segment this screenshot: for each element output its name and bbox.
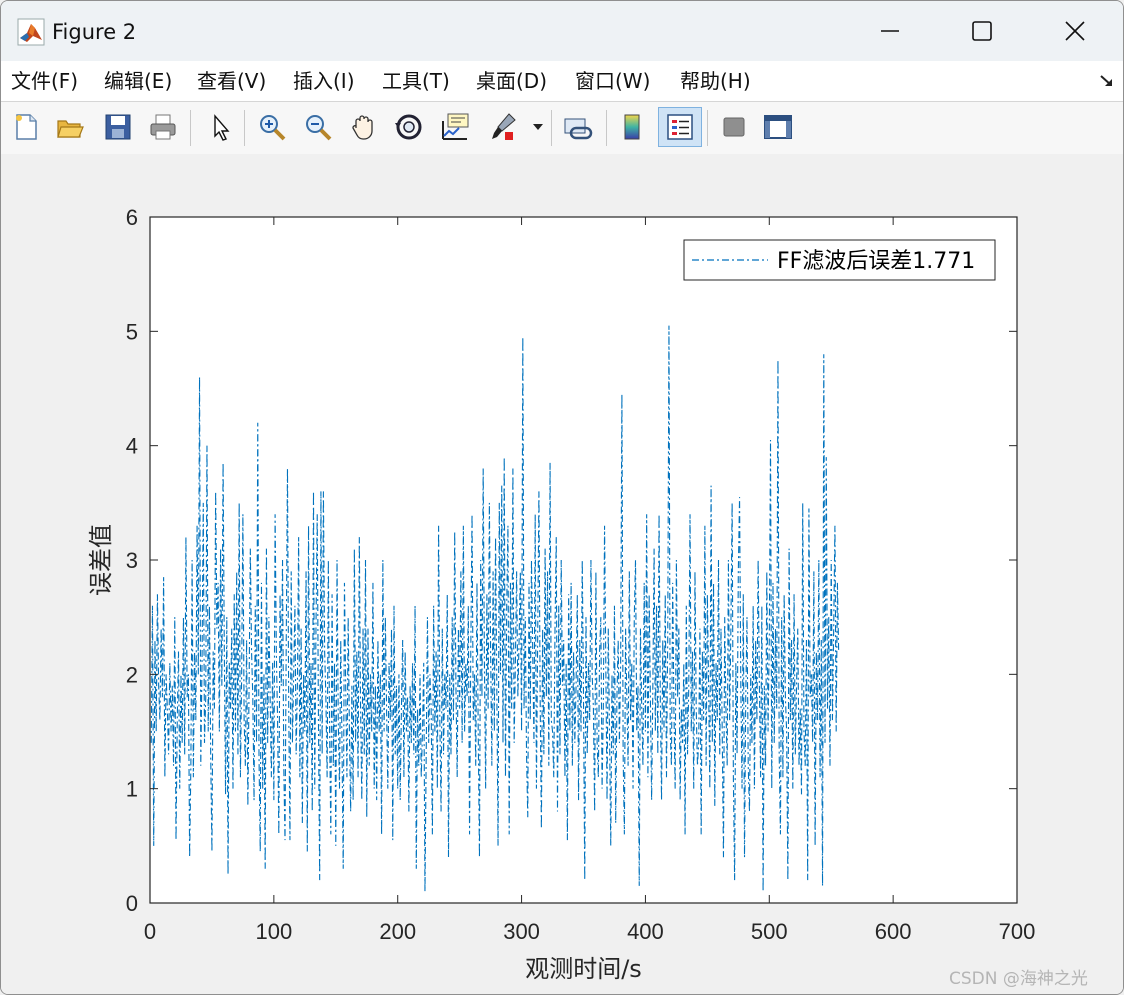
pan-icon[interactable] [347, 110, 381, 144]
hide-plot-tools-icon[interactable] [717, 110, 751, 144]
brush-icon[interactable] [486, 110, 520, 144]
x-tick-label: 200 [379, 919, 416, 944]
x-axis-label: 观测时间/s [525, 955, 642, 983]
x-tick-label: 100 [255, 919, 292, 944]
x-tick-label: 0 [144, 919, 156, 944]
maximize-button[interactable] [959, 13, 1005, 49]
toolbar-separator [551, 110, 552, 146]
brush-dropdown-icon[interactable] [529, 110, 547, 144]
figure-toolbar [1, 101, 1123, 155]
axes-background [150, 217, 1017, 903]
zoom-in-icon[interactable] [255, 110, 289, 144]
figure-canvas: 0 100 200 300 400 500 600 700 0 1 2 3 4 5 6 观测时间/s 误差值… [1, 154, 1123, 994]
toolbar-separator [190, 110, 191, 146]
colorbar-icon[interactable] [615, 110, 649, 144]
x-tick-label: 500 [751, 919, 788, 944]
menu-insert[interactable]: 插入(I) [293, 67, 355, 95]
watermark-text: CSDN @海神之光 [949, 969, 1088, 989]
title-bar: Figure 2 [1, 1, 1123, 61]
x-tick-label: 300 [503, 919, 540, 944]
y-tick-label: 0 [126, 891, 138, 916]
x-tick-label: 700 [999, 919, 1036, 944]
x-tick-label: 400 [627, 919, 664, 944]
legend-label: FF滤波后误差1.771 [777, 249, 975, 274]
close-button[interactable] [1052, 13, 1098, 49]
rotate-3d-icon[interactable] [392, 110, 426, 144]
legend-icon[interactable] [658, 107, 702, 147]
minimize-icon [881, 30, 899, 32]
y-tick-label: 5 [126, 319, 138, 344]
menu-file[interactable]: 文件(F) [11, 67, 78, 95]
toolbar-separator [244, 110, 245, 146]
y-tick-label: 2 [126, 662, 138, 687]
y-tick-label: 4 [126, 434, 138, 459]
menu-view[interactable]: 查看(V) [197, 67, 266, 95]
menu-tools[interactable]: 工具(T) [382, 67, 450, 95]
menu-edit[interactable]: 编辑(E) [104, 67, 172, 95]
toolbar-separator [707, 110, 708, 146]
link-plot-icon[interactable] [561, 110, 595, 144]
data-cursor-icon[interactable] [438, 110, 472, 144]
y-tick-label: 6 [126, 205, 138, 230]
y-tick-label: 3 [126, 548, 138, 573]
save-icon[interactable] [101, 110, 135, 144]
axes-plot[interactable]: 0 100 200 300 400 500 600 700 0 1 2 3 4 5 6 观测时间/s 误差值… [1, 154, 1123, 994]
show-plot-tools-icon[interactable] [761, 110, 795, 144]
toolbar-separator [606, 110, 607, 146]
x-tick-label: 600 [875, 919, 912, 944]
matlab-icon [17, 18, 45, 46]
y-tick-label: 1 [126, 777, 138, 802]
y-axis-label: 误差值 [87, 524, 115, 596]
edit-plot-icon[interactable] [203, 110, 237, 144]
legend-box[interactable]: FF滤波后误差1.771 [683, 239, 996, 281]
menu-desktop[interactable]: 桌面(D) [476, 67, 547, 95]
new-figure-icon[interactable] [9, 110, 43, 144]
zoom-out-icon[interactable] [301, 110, 335, 144]
dock-arrow-icon[interactable] [1097, 71, 1117, 91]
print-icon[interactable] [146, 110, 180, 144]
open-icon[interactable] [53, 110, 87, 144]
window-title: Figure 2 [52, 20, 137, 44]
close-icon [1065, 21, 1085, 41]
figure-window: Figure 2 文件(F) 编辑(E) 查看(V) 插入(I) 工具(T) 桌… [0, 0, 1124, 995]
menu-bar: 文件(F) 编辑(E) 查看(V) 插入(I) 工具(T) 桌面(D) 窗口(W… [1, 61, 1123, 101]
menu-window[interactable]: 窗口(W) [575, 67, 650, 95]
minimize-button[interactable] [867, 13, 913, 49]
maximize-icon [972, 21, 992, 41]
menu-help[interactable]: 帮助(H) [680, 67, 751, 95]
